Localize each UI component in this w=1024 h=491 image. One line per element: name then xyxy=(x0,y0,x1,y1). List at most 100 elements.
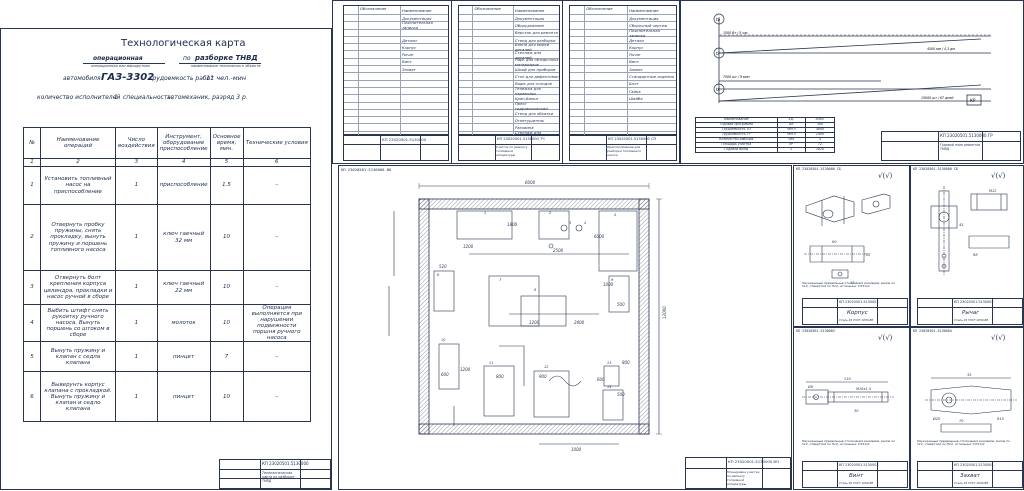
part-name: Корпус xyxy=(847,310,868,316)
row-num: 4 xyxy=(23,303,41,343)
labor-value: 11 чел.-мин xyxy=(206,74,247,82)
operation-label: операционная xyxy=(93,55,143,62)
staff-specialty: автомеханик, разряд 3 р. xyxy=(167,94,248,101)
col-num: 3 xyxy=(115,158,158,167)
part-dim: 110 xyxy=(844,377,851,381)
row-tool: ключ гаечный 22 мм xyxy=(156,270,211,305)
spec-item: Корпус xyxy=(629,44,644,50)
spec-item: Тележка для перевозки xyxy=(514,86,541,97)
row-count: 1 xyxy=(115,204,158,271)
title-block: КП 23020501.5130002 Рычаг Сталь 45 ГОСТ … xyxy=(917,298,1023,325)
spec-item: Захват xyxy=(401,66,416,72)
stamp-name: Технологическая карта по разборке ТНВД xyxy=(262,471,295,483)
stamp-code: КП 23020501.5130000 xyxy=(382,137,427,142)
row-tool: ключ гаечный 32 мм xyxy=(156,204,211,271)
part-dim: Ø8 xyxy=(807,384,814,389)
row-count: 1 xyxy=(115,166,158,205)
spec-item: Стол для дефектовки xyxy=(514,74,559,80)
part-note: Неуказанные предельные отклонения размер… xyxy=(917,439,1010,447)
spec-item: Документация xyxy=(629,15,659,21)
plan-drawing: 6000 12000 1200 1800 2500 6000 1000 800 … xyxy=(388,180,667,452)
spec-item: Оборудование xyxy=(514,22,544,28)
title-block: КП 23020501.5130000 Технологическая карт… xyxy=(219,459,331,489)
plan-marker: 9 xyxy=(611,278,614,282)
part-material: Сталь 45 ГОСТ 1050-88 xyxy=(839,481,874,485)
title-block: КП 23020501.5130001 Корпус Сталь 45 ГОСТ… xyxy=(802,298,908,325)
plan-marker: 2 xyxy=(549,211,552,215)
header-op: Наименование операций xyxy=(40,127,116,159)
dim: 2400 xyxy=(574,320,585,325)
spec-header: Наименование xyxy=(629,7,659,13)
plan-marker: 6 xyxy=(437,273,440,277)
axis-note: 7500 шт / 9 мин xyxy=(723,75,750,79)
header-num: № xyxy=(23,127,41,159)
spec-item: Документация xyxy=(514,15,545,21)
part-dim: 30 xyxy=(854,409,859,413)
plan-marker: 5 xyxy=(614,213,617,217)
stamp-code: КП 23020501.5130000 ГР xyxy=(940,133,993,138)
label-kr: КР xyxy=(970,98,976,103)
plan-marker: 13 xyxy=(607,361,611,365)
spec-header: Наименование xyxy=(514,7,545,13)
axis-note: 15000 шт / 67 дней xyxy=(921,96,953,100)
stamp-code: КП 23020501.5130000 ТЧ xyxy=(497,137,545,141)
table-row: 5 Вынуть пружину и клапан с седла клапан… xyxy=(23,341,312,373)
row-time: 10 xyxy=(209,270,244,305)
col-num: 2 xyxy=(40,158,116,167)
label-t0: t0 xyxy=(716,17,721,22)
header-count: Число воздействия xyxy=(115,127,158,159)
part-dim: M16x1,5 xyxy=(856,387,872,391)
auto-label: автомобиля xyxy=(63,75,101,82)
plan-marker: 1 xyxy=(484,211,486,215)
row-count: 1 xyxy=(115,371,158,423)
part-dim: R8 xyxy=(973,253,978,257)
spec-item: Ларь для обтирочных материалов xyxy=(514,56,559,67)
part-dim: R15 xyxy=(997,417,1005,421)
part-material: Сталь 45 ГОСТ 1050-88 xyxy=(839,318,874,322)
dim-height-total: 12000 xyxy=(662,306,667,319)
row-time: 10 xyxy=(209,204,244,271)
row-time: 10 xyxy=(209,303,244,343)
table-row: 4 Выбить штифт снять рукоятку ручного на… xyxy=(23,303,312,343)
spec-item: Рычаг xyxy=(629,52,641,58)
part-name: Рычаг xyxy=(962,310,980,316)
spec-item: Огнетушитель xyxy=(514,117,545,123)
row-op: Выбить штифт снять рукоятку ручного насо… xyxy=(40,303,116,343)
part-dim: 60 xyxy=(832,240,837,244)
axis-note: 1500 Вт / 5 час xyxy=(723,31,748,35)
dim: 1200 xyxy=(463,244,474,249)
spec-item: Винт xyxy=(401,59,412,65)
row-op: Отвернуть пробку пружины, снять прокладк… xyxy=(40,204,116,271)
work-sub: наименование технического объекта xyxy=(191,64,261,68)
part-dim: 35 xyxy=(967,373,972,377)
part-dim: 22 xyxy=(866,253,871,257)
dim: 520 xyxy=(439,264,447,269)
spec-item: Стандартные изделия xyxy=(629,74,674,80)
part-note: Неуказанные предельные отклонения размер… xyxy=(802,439,895,447)
row-count: 1 xyxy=(115,341,158,373)
row-cond: Операция выполняется при нарушении подви… xyxy=(242,303,312,343)
col-num: 4 xyxy=(156,158,211,167)
po-label: по xyxy=(183,55,191,62)
stamp-name: Приспособление для разборки топливного н… xyxy=(607,145,642,157)
dim: 500 xyxy=(617,392,625,397)
graph-table: Наименование Ед. Знач. Годовая программа шт… xyxy=(695,117,835,153)
header-tool: Инструмент, оборудование приспособление xyxy=(156,127,211,159)
spec-item: Пояснительная записка xyxy=(401,20,433,31)
graph-cell: Годовой фонд xyxy=(695,147,778,153)
row-cond: – xyxy=(242,270,312,305)
part-dim: 45 xyxy=(959,223,964,227)
row-count: 1 xyxy=(115,270,158,305)
row-time: 1.5 xyxy=(209,166,244,205)
dim: 800 xyxy=(496,374,504,379)
staff-specialty-label: специальность xyxy=(123,94,171,101)
header-cond: Технические условия xyxy=(242,127,312,159)
dim: 600 xyxy=(597,377,605,382)
title-block: КП 23020501.5130000 ТЧ Участок по ремонт… xyxy=(458,135,560,161)
dim: 500 xyxy=(617,302,625,307)
row-time: 7 xyxy=(209,341,244,373)
spec-item: Гайка xyxy=(629,88,641,94)
col-num: 6 xyxy=(242,158,312,167)
part-sheet-vint: КП 23020501.5130003 √(√) 110 Ø8 30 M16x1… xyxy=(793,327,910,490)
plan-marker: 7 xyxy=(499,278,502,282)
